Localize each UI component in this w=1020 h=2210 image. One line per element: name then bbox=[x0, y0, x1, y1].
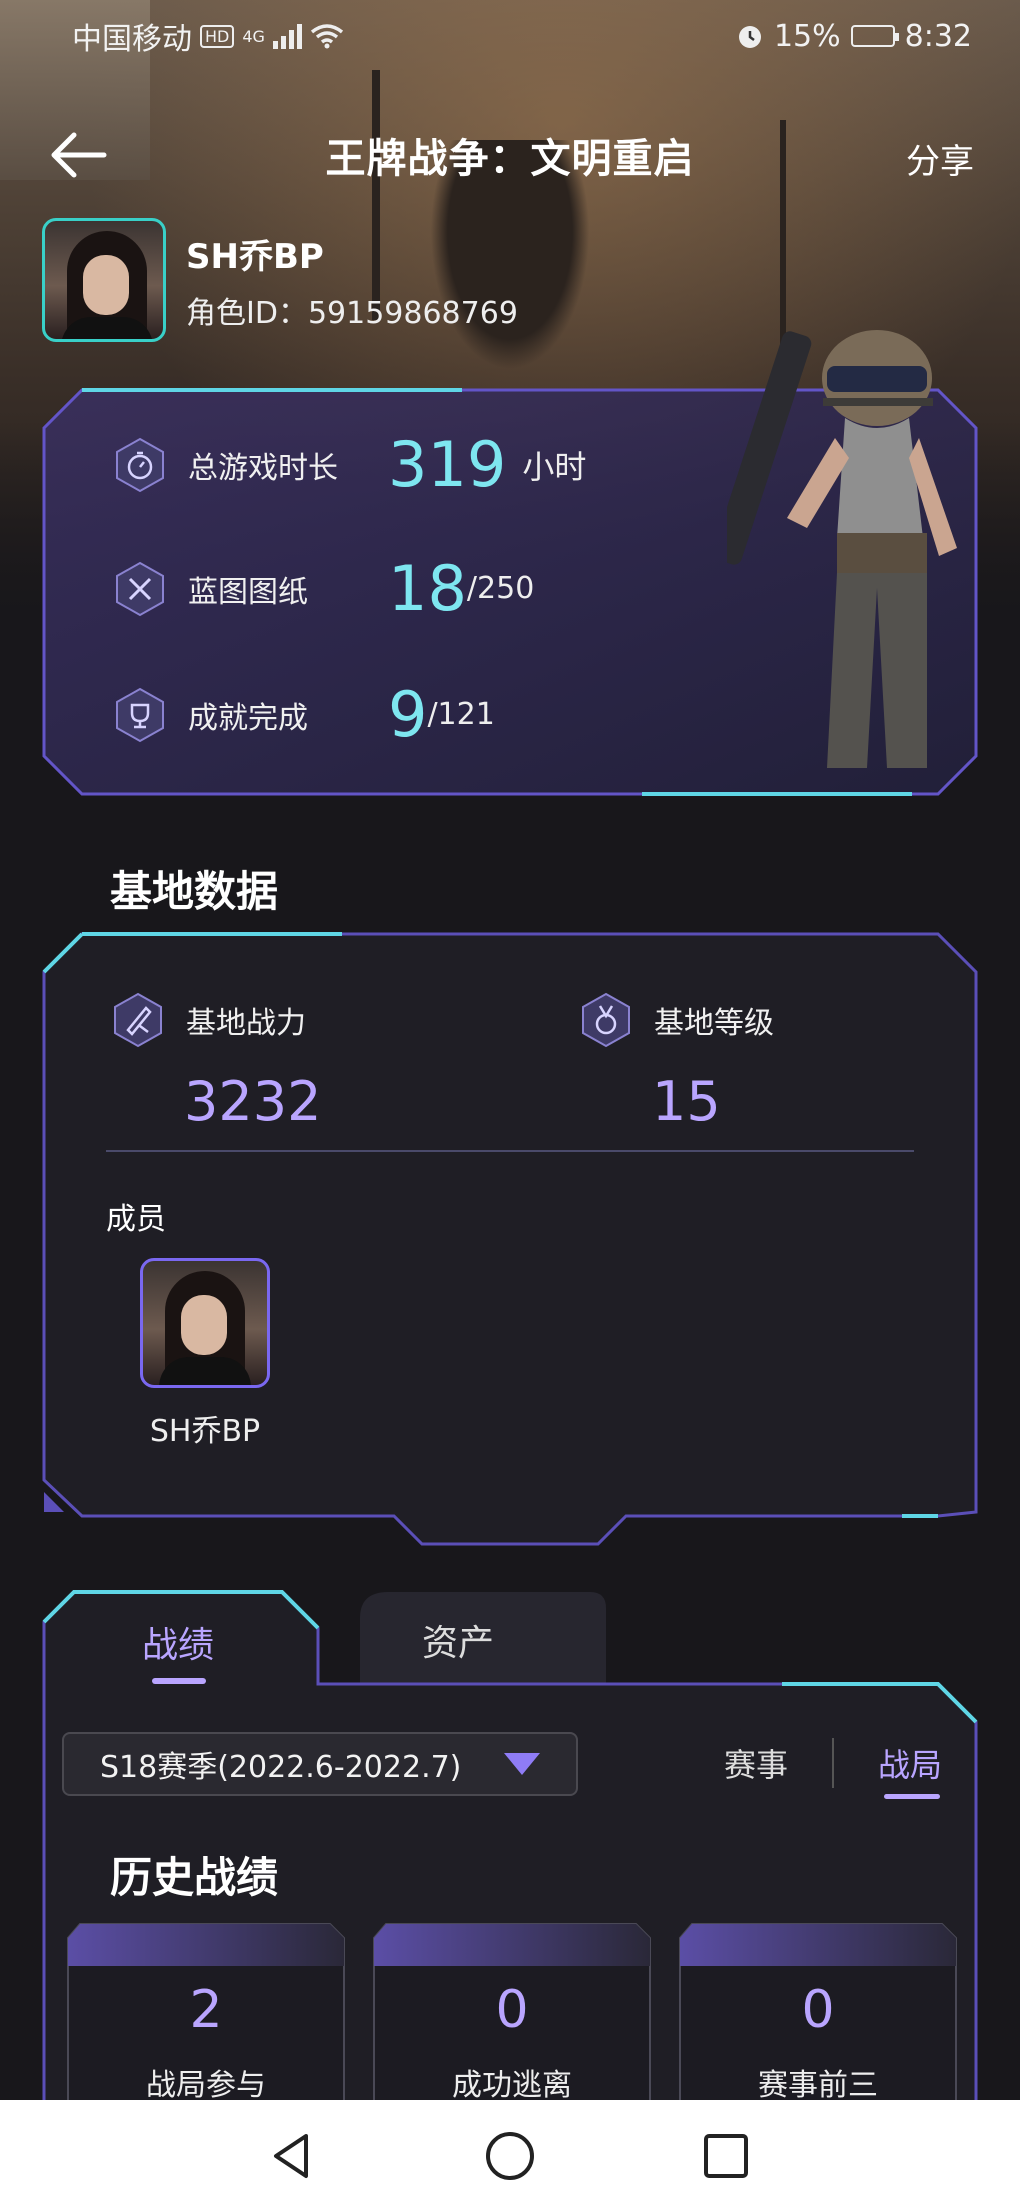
back-triangle-icon[interactable] bbox=[264, 2128, 320, 2184]
home-circle-icon[interactable] bbox=[482, 2128, 538, 2184]
achievement-label: 成就完成 bbox=[188, 700, 308, 736]
blueprint-total: /250 bbox=[466, 571, 535, 606]
base-power: 基地战力 3232 bbox=[110, 992, 321, 1133]
hd-badge: HD bbox=[200, 24, 235, 48]
history-card: 0 成功逃离 bbox=[372, 1922, 652, 2122]
stat-blueprint: 蓝图图纸 18 /250 bbox=[112, 552, 534, 625]
base-level-label: 基地等级 bbox=[654, 1006, 774, 1041]
signal-icon bbox=[272, 23, 302, 49]
history-title: 历史战绩 bbox=[110, 1853, 279, 1902]
history-value: 0 bbox=[801, 1980, 835, 2040]
history-value: 2 bbox=[189, 1980, 223, 2040]
achievement-total: /121 bbox=[427, 697, 495, 732]
history-label: 成功逃离 bbox=[452, 2068, 572, 2103]
playtime-label: 总游戏时长 bbox=[188, 450, 338, 486]
stopwatch-icon bbox=[116, 437, 164, 492]
base-power-label: 基地战力 bbox=[186, 1006, 306, 1041]
wifi-icon bbox=[310, 24, 344, 49]
back-arrow-icon[interactable] bbox=[48, 130, 108, 180]
stat-playtime: 总游戏时长 319 小时 bbox=[112, 428, 586, 501]
medal-icon bbox=[582, 992, 630, 1048]
history-card: 2 战局参与 bbox=[66, 1922, 346, 2122]
season-dropdown-value: S18赛季(2022.6-2022.7) bbox=[100, 1750, 462, 1785]
member-item[interactable]: SH乔BP bbox=[140, 1258, 270, 1450]
base-card: 基地战力 3232 基地等级 15 成员 SH乔BP bbox=[42, 932, 978, 1550]
app-header: 王牌战争：文明重启 分享 bbox=[0, 110, 1020, 200]
combat-power-icon bbox=[114, 992, 162, 1048]
blueprint-icon bbox=[116, 561, 164, 616]
player-name: SH乔BP bbox=[186, 236, 324, 277]
base-level-value: 15 bbox=[652, 1070, 721, 1133]
soldier-character-illustration bbox=[727, 330, 957, 768]
playtime-value: 319 bbox=[388, 428, 507, 501]
carrier-name: 中国移动 bbox=[72, 22, 192, 57]
status-bar: 中国移动 HD 4G 15% 8:32 bbox=[0, 0, 1020, 72]
role-id: 角色ID：59159868769 bbox=[186, 295, 518, 331]
member-name: SH乔BP bbox=[149, 1414, 261, 1449]
stat-achievement: 成就完成 9 /121 bbox=[112, 678, 495, 751]
caret-down-icon bbox=[504, 1753, 540, 1775]
profile-header: SH乔BP 角色ID：59159868769 bbox=[42, 218, 518, 342]
segment-divider bbox=[832, 1738, 834, 1788]
clock: 8:32 bbox=[904, 18, 972, 54]
recents-square-icon[interactable] bbox=[698, 2128, 754, 2184]
blueprint-label: 蓝图图纸 bbox=[188, 574, 308, 610]
divider bbox=[106, 1150, 914, 1152]
member-avatar[interactable] bbox=[140, 1258, 270, 1388]
achievement-value: 9 bbox=[388, 678, 428, 751]
base-power-value: 3232 bbox=[184, 1070, 322, 1133]
history-value: 0 bbox=[495, 1980, 529, 2040]
share-button[interactable]: 分享 bbox=[906, 134, 974, 183]
blueprint-value: 18 bbox=[388, 552, 467, 625]
battery-percent: 15% bbox=[773, 18, 841, 54]
base-section-title: 基地数据 bbox=[110, 867, 279, 916]
members-label: 成员 bbox=[106, 1202, 166, 1237]
battery-icon bbox=[850, 25, 899, 47]
segment-matches[interactable]: 战局 bbox=[878, 1740, 942, 1786]
tab-record[interactable]: 战绩 bbox=[142, 1616, 214, 1668]
page: 中国移动 HD 4G 15% 8:32 王牌战争：文明重启 分享 SH乔BP 角… bbox=[0, 0, 1020, 2210]
playtime-unit: 小时 bbox=[522, 447, 587, 486]
stats-card: 总游戏时长 319 小时 蓝图图纸 18 /250 成就完成 9 /121 bbox=[42, 330, 978, 796]
base-level: 基地等级 15 bbox=[578, 992, 774, 1133]
history-label: 赛事前三 bbox=[758, 2068, 878, 2103]
network-type: 4G bbox=[242, 26, 265, 46]
season-dropdown[interactable]: S18赛季(2022.6-2022.7) bbox=[62, 1732, 578, 1796]
tab-assets[interactable]: 资产 bbox=[422, 1614, 494, 1666]
segment-matches-underline bbox=[884, 1794, 940, 1799]
page-title: 王牌战争：文明重启 bbox=[325, 136, 695, 182]
segment-events[interactable]: 赛事 bbox=[724, 1740, 788, 1786]
tab-record-underline bbox=[152, 1678, 206, 1684]
system-nav-bar bbox=[0, 2100, 1020, 2210]
alarm-icon bbox=[738, 26, 761, 48]
history-label: 战局参与 bbox=[146, 2068, 266, 2103]
history-card: 0 赛事前三 bbox=[678, 1922, 958, 2122]
trophy-icon bbox=[116, 687, 164, 742]
avatar[interactable] bbox=[42, 218, 166, 342]
